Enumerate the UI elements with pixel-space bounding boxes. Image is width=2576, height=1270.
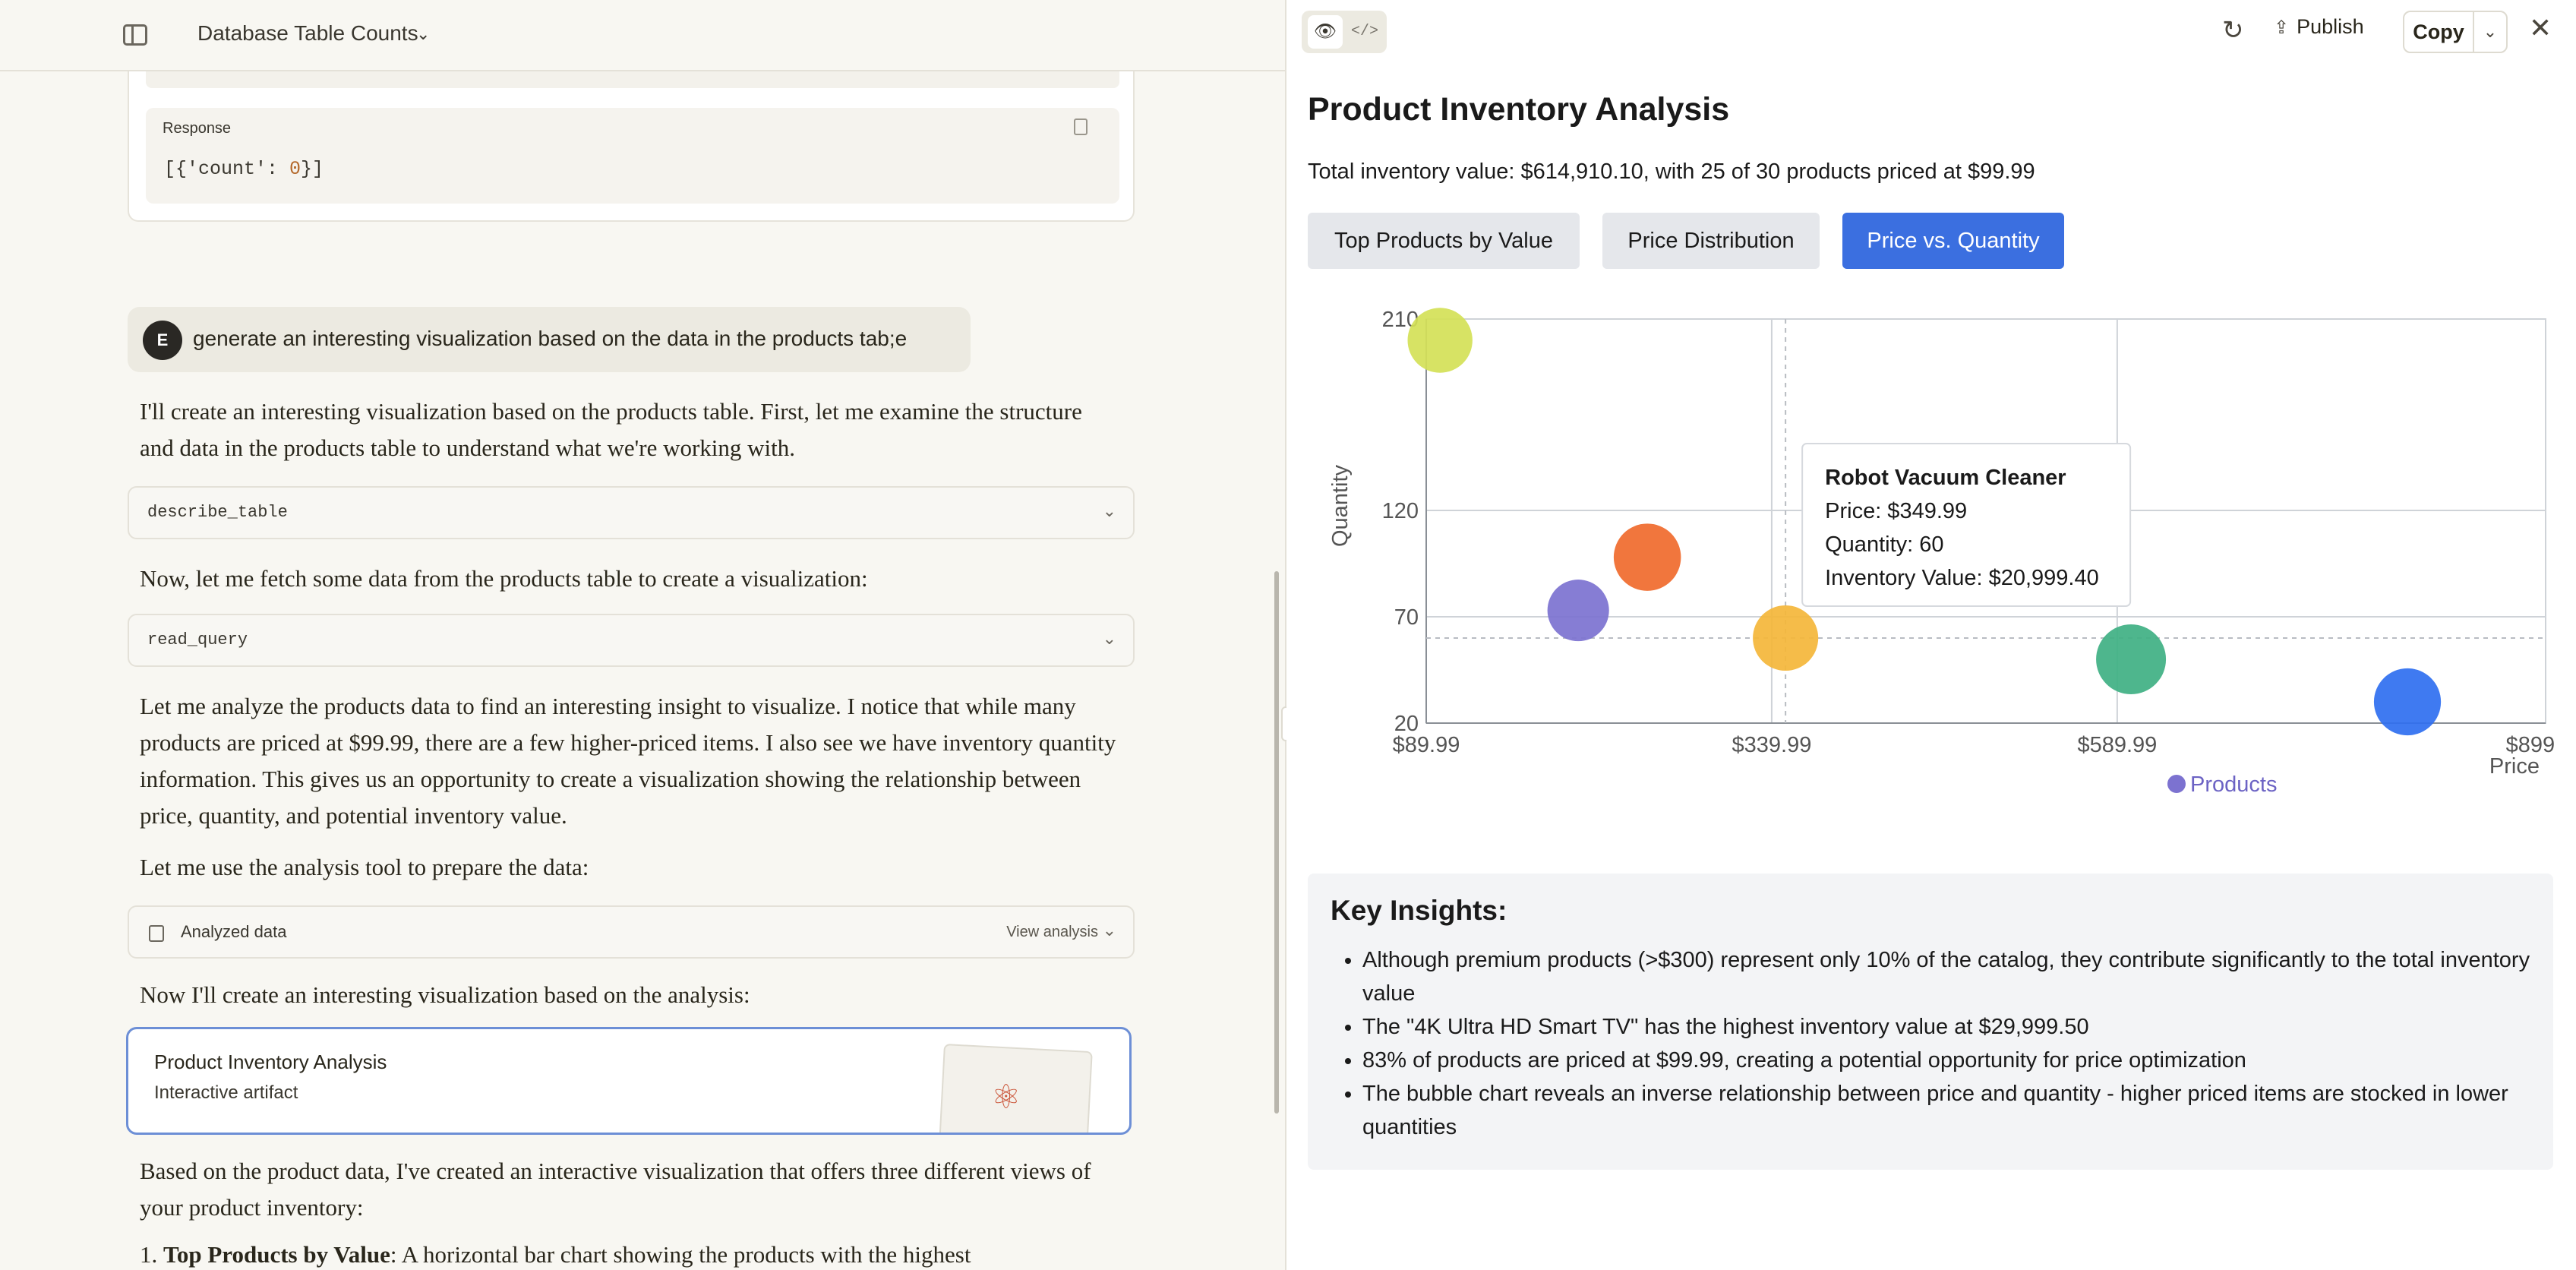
tool-call-describe-table[interactable]: describe_table ⌄ [128,486,1135,539]
tab-price-vs-quantity[interactable]: Price vs. Quantity [1842,213,2064,269]
x-tick-label: $89.99 [1393,733,1460,757]
tab-price-distribution[interactable]: Price Distribution [1602,213,1820,269]
y-tick-label: 120 [1382,499,1419,523]
data-point[interactable] [1547,580,1609,642]
x-tick-label: $589.99 [2077,733,2157,757]
list-number: 1. [140,1241,158,1268]
x-tick-label: $339.99 [1732,733,1812,757]
clipboard-icon[interactable] [1074,118,1088,135]
y-tick-label: 70 [1394,605,1419,630]
share-icon: ⇪ [2274,17,2290,38]
legend-marker [2167,775,2186,793]
list-text: : A horizontal bar chart showing the pro… [390,1241,971,1268]
tool-call-read-query[interactable]: read_query ⌄ [128,614,1135,667]
tooltip-quantity: Quantity: 60 [1825,532,1943,557]
tooltip-title: Robot Vacuum Cleaner [1825,466,2066,490]
chevron-down-icon[interactable]: ⌄ [2473,11,2508,53]
code-number: 0 [289,158,301,180]
avatar: E [143,321,182,360]
artifact-title: Product Inventory Analysis [154,1050,387,1073]
atom-icon: ⚛ [991,1079,1021,1116]
close-icon[interactable]: ✕ [2529,12,2552,44]
scrollbar-thumb[interactable] [1274,571,1279,1114]
chevron-down-icon[interactable]: ⌄ [1103,921,1116,940]
chat-title[interactable]: Database Table Counts [197,21,418,46]
data-point[interactable] [1613,523,1681,591]
artifact-subtitle: Interactive artifact [154,1082,298,1103]
analysis-tool-card[interactable]: Analyzed data View analysis ⌄ [128,905,1135,959]
data-point[interactable] [2373,668,2442,736]
tab-top-products[interactable]: Top Products by Value [1308,213,1580,269]
eye-icon[interactable]: 👁 [1308,15,1343,49]
assistant-paragraph: Based on the product data, I've created … [140,1158,1091,1221]
artifact-pane: 👁 </> ↻ ⇪ Publish Copy ⌄ ✕ Product Invent… [1286,0,2576,1270]
response-label: Response [163,120,232,137]
insight-item: Although premium products (>$300) repres… [1362,943,2532,1010]
list-item: 1. Top Products by Value: A horizontal b… [140,1241,971,1268]
assistant-paragraph: Let me analyze the products data to find… [140,693,1116,829]
tool-name: describe_table [147,503,288,522]
insight-item: The bubble chart reveals an inverse rela… [1362,1077,2532,1144]
publish-button[interactable]: ⇪ Publish [2274,15,2364,49]
assistant-paragraph: Let me use the analysis tool to prepare … [140,854,589,880]
assistant-paragraph: I'll create an interesting visualization… [140,398,1082,461]
chat-header: Database Table Counts ⌄ [0,0,1285,71]
tool-name: read_query [147,630,248,649]
key-insights-panel: Key Insights: Although premium products … [1308,874,2553,1170]
assistant-paragraph: Now, let me fetch some data from the pro… [140,565,868,592]
page-title: Product Inventory Analysis [1308,91,1730,128]
chat-pane: Database Table Counts ⌄ Response [{'coun… [0,0,1285,1270]
tool-result-card [128,71,1135,222]
refresh-icon[interactable]: ↻ [2222,15,2244,46]
insight-item: 83% of products are priced at $99.99, cr… [1362,1044,2532,1077]
insights-title: Key Insights: [1331,895,1507,926]
code-prefix: [{'count': [164,158,290,180]
analysis-label: Analyzed data [181,922,287,941]
response-code: [{'count': 0}] [164,158,324,180]
y-axis-label: Quantity [1328,465,1353,547]
list-bold-text: Top Products by Value [163,1241,390,1268]
sidebar-toggle-icon[interactable] [123,24,147,46]
insights-list: Although premium products (>$300) repres… [1362,943,2532,1144]
user-message-text: generate an interesting visualization ba… [193,327,908,350]
bubble-chart: 2070120210$89.99$339.99$589.99$899.99Pri… [1328,308,2555,797]
code-icon[interactable]: </> [1347,15,1382,49]
data-point[interactable] [2096,624,2167,694]
code-suffix: }] [301,158,324,180]
data-point[interactable] [1407,308,1473,373]
chevron-down-icon[interactable]: ⌄ [1103,501,1116,521]
document-icon [149,925,164,942]
legend-label: Products [2190,772,2277,797]
chevron-down-icon[interactable]: ⌄ [416,24,430,44]
tooltip-value: Inventory Value: $20,999.40 [1825,566,2099,590]
artifact-card[interactable]: Product Inventory Analysis Interactive a… [126,1027,1132,1135]
tooltip-price: Price: $349.99 [1825,499,1967,523]
view-toggle: 👁 </> [1302,11,1387,53]
chevron-down-icon[interactable]: ⌄ [1103,629,1116,649]
assistant-paragraph: Now I'll create an interesting visualiza… [140,981,750,1008]
x-axis-label: Price [2489,754,2540,779]
view-analysis-link[interactable]: View analysis [1006,924,1098,941]
summary-text: Total inventory value: $614,910.10, with… [1308,160,2035,184]
data-point[interactable] [1753,605,1819,671]
copy-button[interactable]: Copy [2403,11,2474,53]
publish-label: Publish [2297,15,2364,38]
insight-item: The "4K Ultra HD Smart TV" has the highe… [1362,1010,2532,1044]
